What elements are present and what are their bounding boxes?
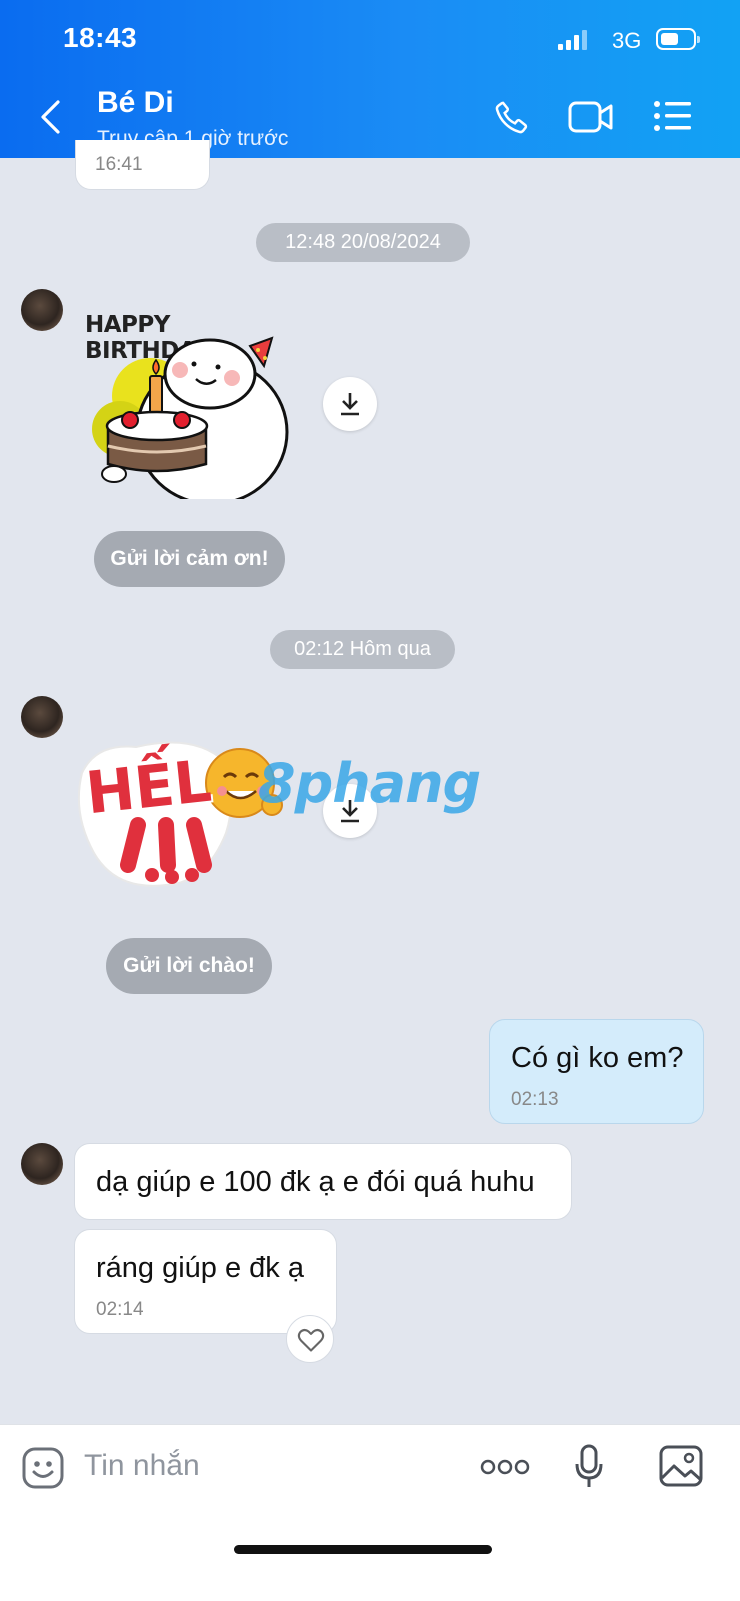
date-separator: 12:48 20/08/2024	[256, 223, 470, 262]
heart-icon	[297, 1328, 325, 1352]
message-time: 02:14	[96, 1299, 144, 1320]
avatar[interactable]	[21, 1143, 63, 1185]
emoji-icon[interactable]	[21, 1446, 65, 1490]
status-time: 18:43	[63, 22, 138, 53]
network-type: 3G	[612, 28, 642, 53]
date-separator: 02:12 Hôm qua	[270, 630, 455, 669]
avatar[interactable]	[21, 289, 63, 331]
image-icon[interactable]	[659, 1445, 703, 1487]
message-text: Có gì ko em?	[511, 1042, 684, 1074]
contact-name[interactable]: Bé Di	[97, 86, 174, 120]
message-text: dạ giúp e 100 đk ạ e đói quá huhu	[96, 1166, 535, 1198]
avatar[interactable]	[21, 696, 63, 738]
signal-icon	[558, 30, 587, 50]
home-indicator	[234, 1545, 492, 1554]
download-icon	[341, 393, 359, 416]
message-input[interactable]: Tin nhắn	[84, 1449, 200, 1483]
microphone-icon[interactable]	[574, 1444, 604, 1490]
received-message-bubble[interactable]: dạ giúp e 100 đk ạ e đói quá huhu	[74, 1143, 572, 1220]
more-dots-icon[interactable]	[480, 1458, 530, 1476]
send-thanks-button[interactable]: Gửi lời cảm ơn!	[94, 531, 285, 587]
download-button[interactable]	[323, 377, 377, 431]
back-arrow-icon[interactable]	[38, 98, 64, 136]
birthday-sticker-illustration	[92, 336, 289, 499]
watermark: 8phang	[258, 752, 481, 815]
send-greeting-button[interactable]: Gửi lời chào!	[106, 938, 272, 994]
chat-header: 18:43 3G Bé Di Truy cập 1 giờ trước	[0, 0, 740, 158]
sent-message-bubble[interactable]: Có gì ko em? 02:13	[489, 1019, 704, 1124]
message-time: 16:41	[95, 154, 143, 175]
react-button[interactable]	[286, 1315, 334, 1363]
message-time: 02:13	[511, 1089, 559, 1110]
sticker-caption: HẾL	[82, 746, 215, 828]
video-camera-icon[interactable]	[568, 97, 614, 137]
previous-message-bubble[interactable]: 16:41	[75, 140, 210, 190]
phone-icon[interactable]	[492, 97, 532, 137]
birthday-sticker[interactable]: HAPPY BIRTHDAY	[82, 312, 302, 499]
list-menu-icon[interactable]	[654, 100, 692, 132]
message-text: ráng giúp e đk ạ	[96, 1252, 304, 1284]
battery-icon	[656, 28, 700, 50]
